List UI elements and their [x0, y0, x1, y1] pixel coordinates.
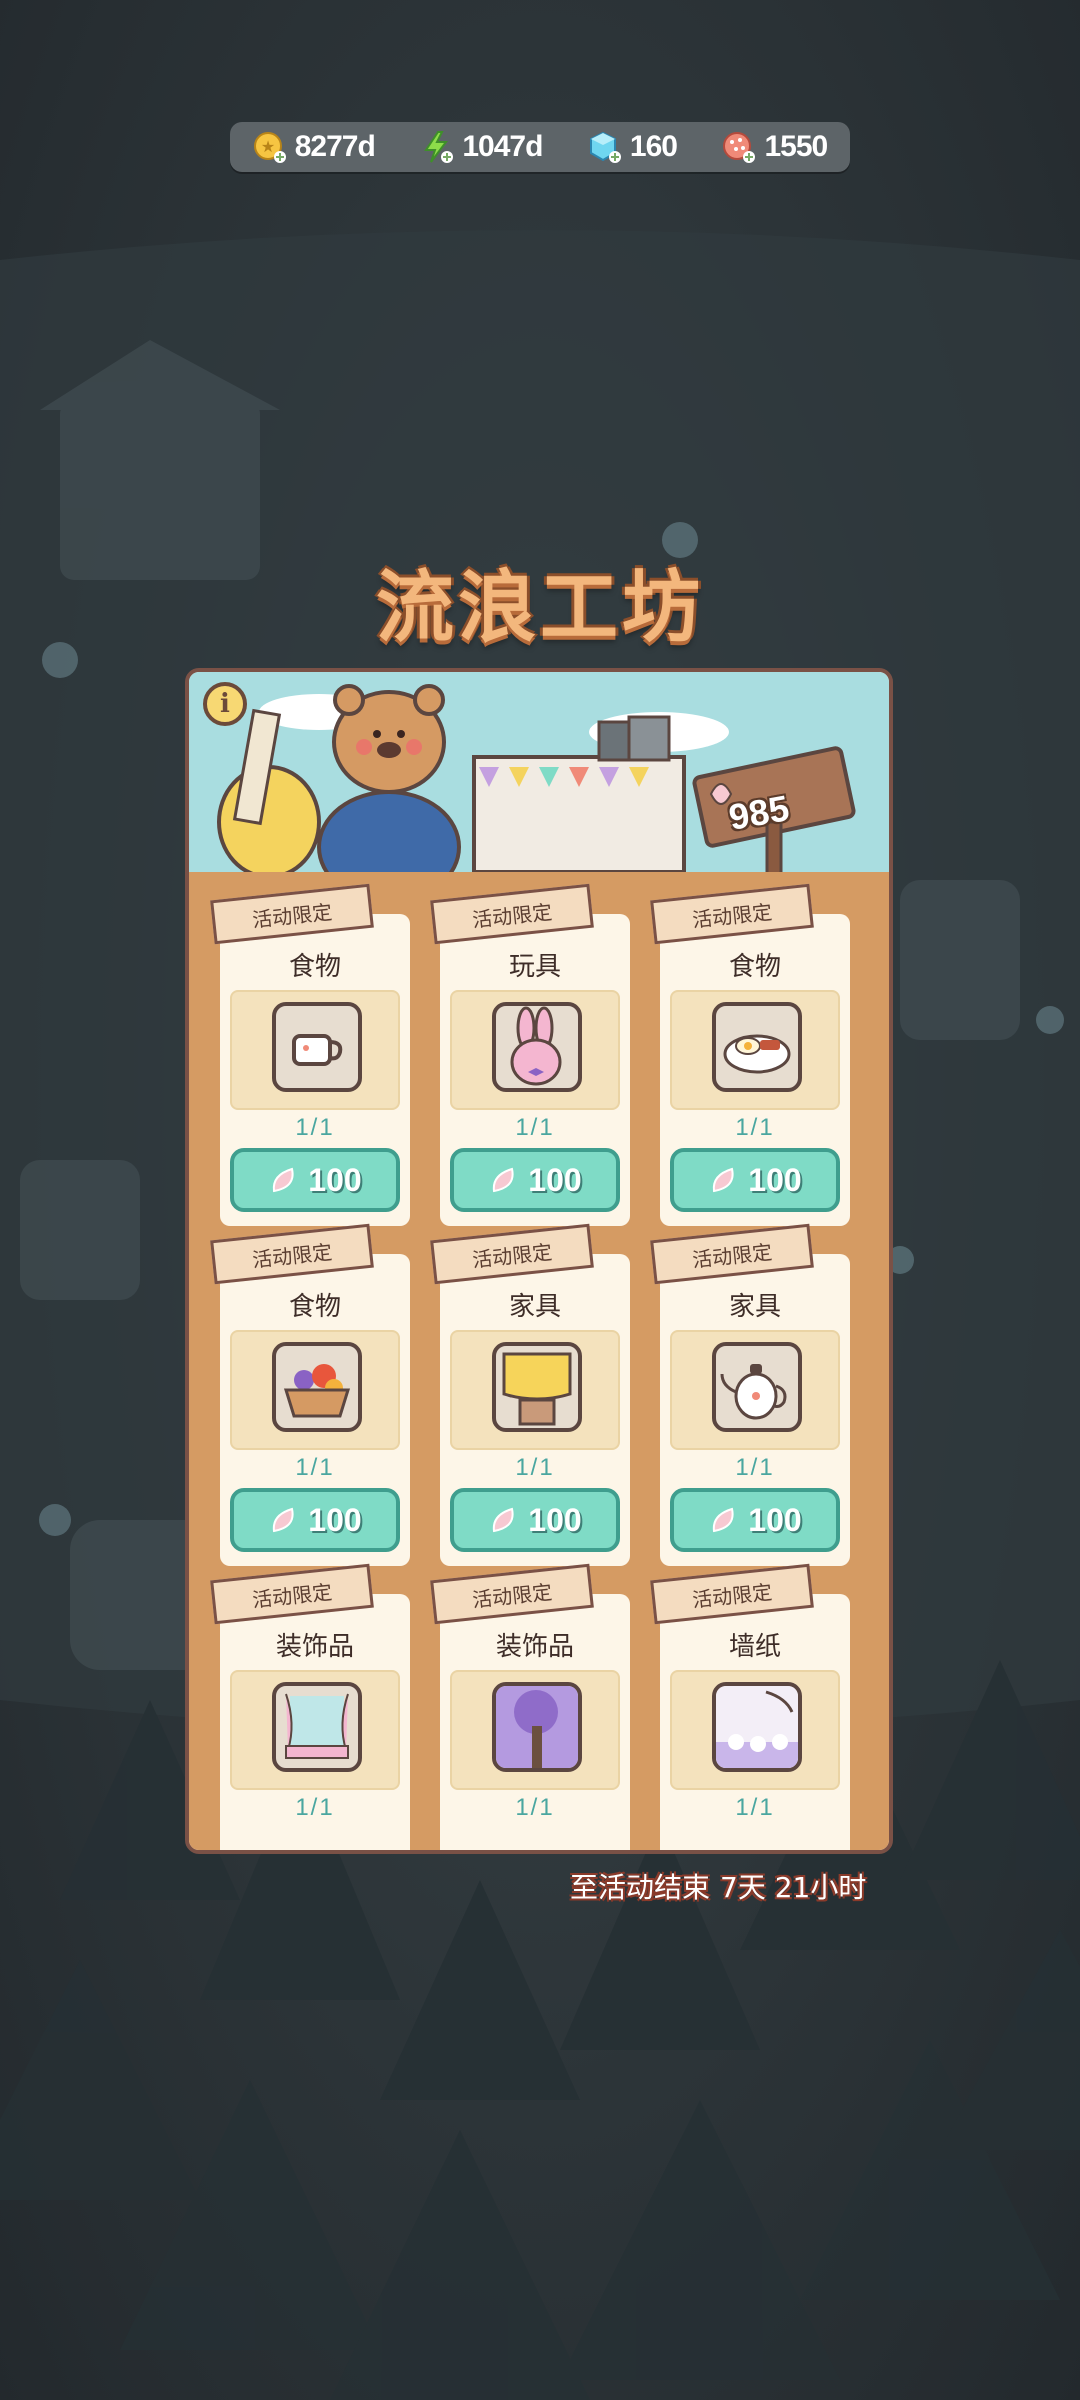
item-stock: 1/1	[295, 1114, 335, 1141]
buy-button[interactable]: 100	[670, 1488, 840, 1552]
item-category: 家具	[508, 1292, 561, 1322]
candy-icon	[722, 130, 756, 164]
svg-text:★: ★	[261, 137, 275, 156]
shop-item: 活动限定 玩具 1/1 100	[430, 883, 630, 1226]
item-category: 装饰品	[495, 1632, 574, 1662]
item-stock: 1/1	[515, 1794, 555, 1821]
item-image-box[interactable]	[670, 1330, 840, 1450]
tree-painting-icon	[496, 1686, 578, 1768]
limited-tag: 活动限定	[210, 1563, 374, 1625]
energy-resource[interactable]: 1047d	[420, 130, 543, 164]
item-image-box[interactable]	[230, 1330, 400, 1450]
energy-icon	[420, 130, 454, 164]
buy-button[interactable]: 100	[450, 1488, 620, 1552]
item-stock: 1/1	[515, 1114, 555, 1141]
countdown-label: 至活动结束	[570, 1871, 711, 1904]
workshop-banner	[189, 672, 889, 898]
petal-icon	[273, 1167, 294, 1193]
wallpaper-icon	[716, 1686, 798, 1768]
teacup-icon	[292, 1034, 343, 1066]
gem-resource[interactable]: 160	[588, 130, 678, 164]
petal-icon	[713, 1167, 734, 1193]
page-title: 流浪工坊	[375, 563, 704, 653]
gem-icon	[588, 130, 622, 164]
item-stock: 1/1	[515, 1454, 555, 1481]
limited-tag: 活动限定	[210, 883, 374, 945]
item-image-box[interactable]	[450, 1330, 620, 1450]
gem-value: 160	[629, 130, 678, 163]
item-price: 100	[308, 1161, 362, 1198]
limited-tag: 活动限定	[650, 883, 814, 945]
limited-tag: 活动限定	[210, 1223, 374, 1285]
item-image-box[interactable]	[230, 990, 400, 1110]
shop-item: 活动限定 装饰品 1/1	[430, 1563, 630, 1850]
shop-item: 活动限定 食物 1/1 100	[210, 1223, 410, 1566]
limited-tag: 活动限定	[650, 1563, 814, 1625]
coin-value: 8277d	[294, 130, 376, 163]
petal-icon	[493, 1507, 514, 1533]
shop-item: 活动限定 食物 1/1 100	[650, 883, 850, 1226]
item-category: 食物	[288, 1292, 341, 1322]
item-stock: 1/1	[735, 1114, 775, 1141]
fruit-basket-icon	[283, 1364, 351, 1418]
petal-icon	[493, 1167, 514, 1193]
limited-tag: 活动限定	[430, 1223, 594, 1285]
shop-item: 活动限定 食物 1/1 100	[210, 883, 410, 1226]
item-image-box[interactable]	[230, 1670, 400, 1790]
item-price: 100	[748, 1501, 802, 1538]
teapot-icon	[720, 1364, 787, 1420]
item-category: 家具	[728, 1292, 781, 1322]
energy-value: 1047d	[462, 130, 543, 163]
petal-icon	[713, 1507, 734, 1533]
item-image-box[interactable]	[450, 1670, 620, 1790]
item-stock: 1/1	[735, 1794, 775, 1821]
countdown-time: 7天 21小时	[720, 1871, 867, 1904]
item-price: 100	[308, 1501, 362, 1538]
lamp-table-icon	[502, 1352, 572, 1426]
coin-resource[interactable]: ★ 8277d	[253, 130, 376, 164]
shop-panel: i 985 活动限定 食物 1/1 100 活动限定 玩具 1/1 100 活动…	[185, 668, 893, 1854]
event-countdown: 至活动结束 7天 21小时	[570, 1866, 866, 1906]
item-stock: 1/1	[295, 1794, 335, 1821]
buy-button[interactable]: 100	[670, 1148, 840, 1212]
shop-item: 活动限定 家具 1/1 100	[430, 1223, 630, 1566]
shop-item: 活动限定 家具 1/1 100	[650, 1223, 850, 1566]
limited-tag: 活动限定	[430, 883, 594, 945]
item-category: 墙纸	[728, 1632, 781, 1662]
item-category: 食物	[288, 952, 341, 982]
info-button[interactable]: i	[203, 682, 247, 726]
shop-grid: 活动限定 食物 1/1 100 活动限定 玩具 1/1 100 活动限定 食物 …	[189, 878, 889, 1850]
item-stock: 1/1	[735, 1454, 775, 1481]
buy-button[interactable]: 100	[450, 1148, 620, 1212]
item-price: 100	[528, 1161, 582, 1198]
item-stock: 1/1	[295, 1454, 335, 1481]
item-category: 装饰品	[275, 1632, 354, 1662]
limited-tag: 活动限定	[430, 1563, 594, 1625]
limited-tag: 活动限定	[650, 1223, 814, 1285]
buy-button[interactable]: 100	[230, 1148, 400, 1212]
item-image-box[interactable]	[670, 1670, 840, 1790]
petal-icon	[273, 1507, 294, 1533]
bunny-plush-icon	[510, 1006, 562, 1086]
item-image-box[interactable]	[670, 990, 840, 1110]
resource-bar: ★ 8277d 1047d 160 1550	[230, 122, 850, 172]
buy-button[interactable]: 100	[230, 1488, 400, 1552]
candy-value: 1550	[764, 130, 828, 163]
breakfast-plate-icon	[723, 1034, 791, 1074]
item-category: 玩具	[508, 952, 561, 982]
shop-item: 活动限定 装饰品 1/1	[210, 1563, 410, 1850]
coin-icon: ★	[253, 130, 287, 164]
shop-item: 活动限定 墙纸 1/1	[650, 1563, 850, 1850]
item-category: 食物	[728, 952, 781, 982]
item-image-box[interactable]	[450, 990, 620, 1110]
candy-resource[interactable]: 1550	[722, 130, 828, 164]
item-price: 100	[528, 1501, 582, 1538]
curtain-window-icon	[285, 1693, 349, 1759]
item-price: 100	[748, 1161, 802, 1198]
